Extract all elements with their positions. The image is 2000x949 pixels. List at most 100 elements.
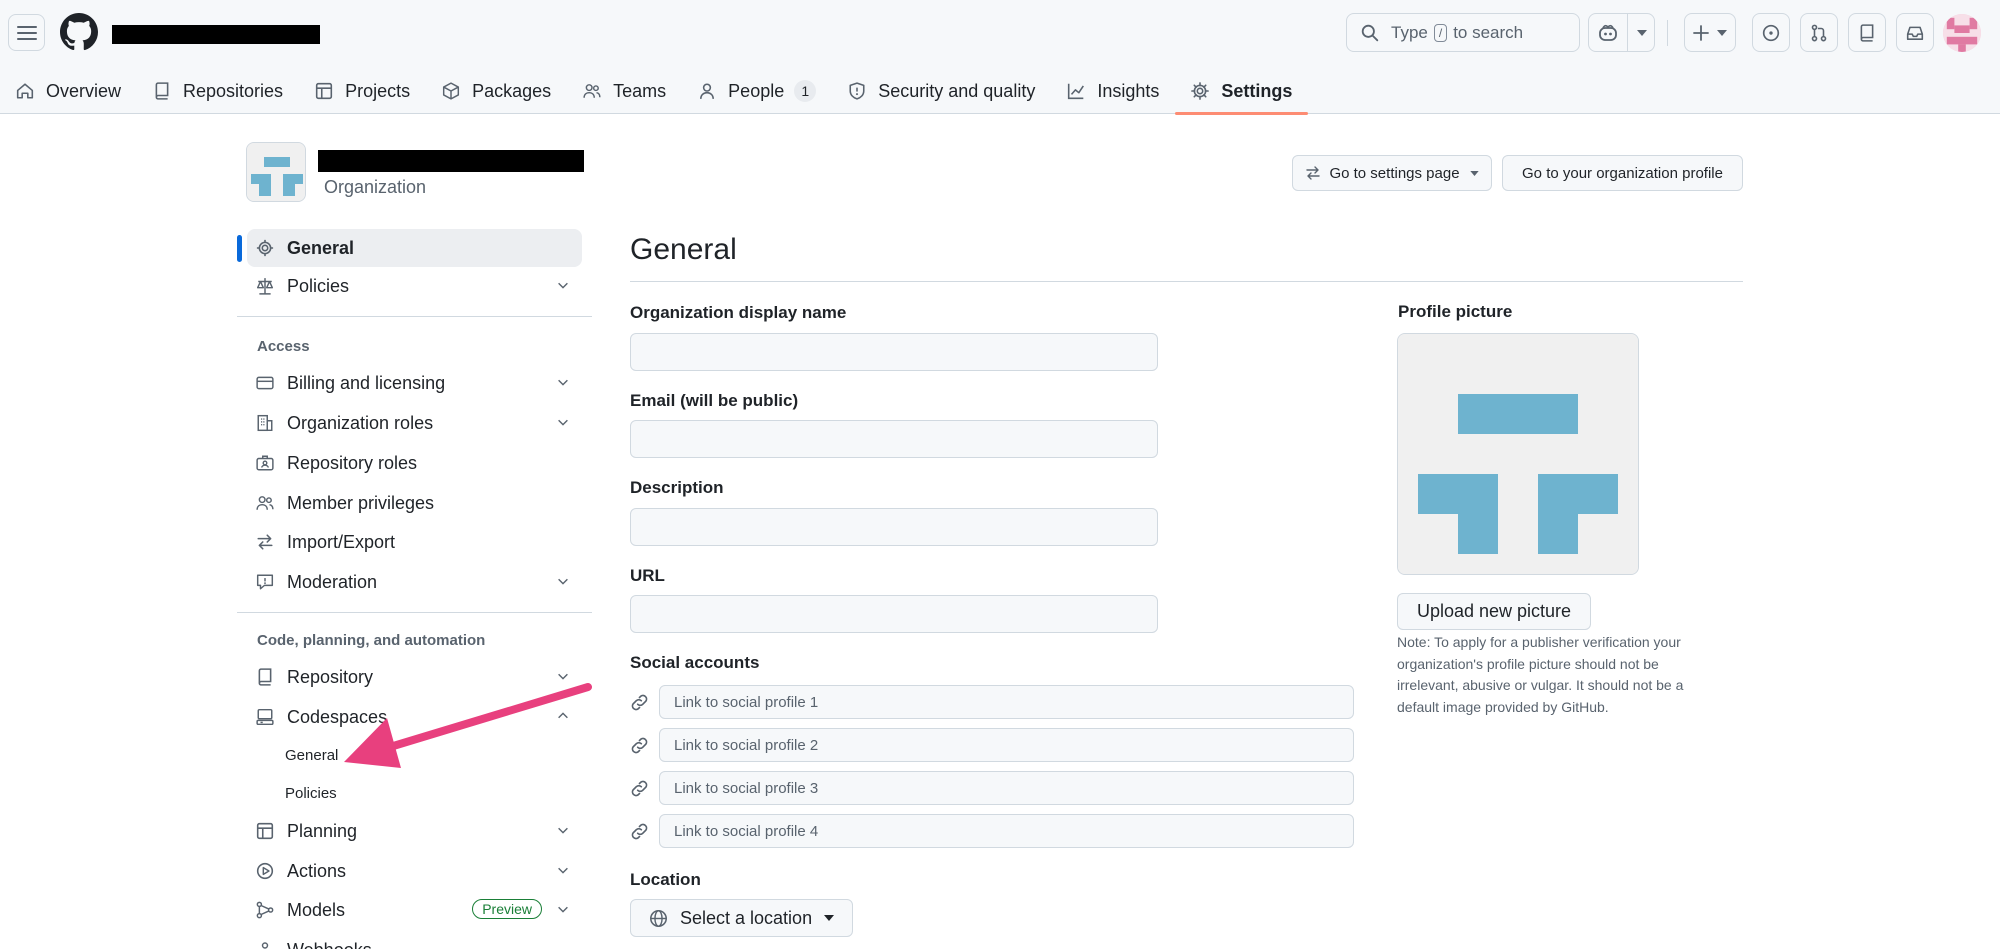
sidebar-item-general[interactable]: General <box>247 229 582 267</box>
link-icon <box>631 737 648 754</box>
sidebar-item-import-export[interactable]: Import/Export <box>247 523 582 561</box>
github-logo-icon[interactable] <box>60 13 98 51</box>
tab-label: Settings <box>1221 80 1293 101</box>
sidebar-item-label: Import/Export <box>287 531 396 552</box>
select-location-button[interactable]: Select a location <box>630 899 854 937</box>
table-icon <box>255 822 275 840</box>
email-input[interactable] <box>630 420 1158 458</box>
tab-settings[interactable]: Settings <box>1175 68 1309 115</box>
tab-label: Packages <box>472 80 552 101</box>
organization-icon <box>255 414 275 432</box>
codespaces-icon <box>255 708 275 726</box>
social-profile-input[interactable]: Link to social profile 4 <box>659 814 1354 848</box>
tab-teams[interactable]: Teams <box>567 68 682 114</box>
sidebar-item-repository[interactable]: Repository <box>247 658 582 696</box>
select-location-label: Select a location <box>680 907 813 928</box>
tab-projects[interactable]: Projects <box>299 68 426 114</box>
social-account-row: Link to social profile 1 <box>630 685 1354 719</box>
sidebar-item-label: Models <box>287 899 346 920</box>
social-profile-input[interactable]: Link to social profile 3 <box>659 771 1354 805</box>
ai-model-icon <box>255 901 275 919</box>
sidebar-heading-code-planning-automation: Code, planning, and automation <box>257 632 486 649</box>
search-input[interactable]: Type / to search <box>1346 13 1580 52</box>
report-icon <box>255 573 275 591</box>
shield-icon <box>848 82 866 100</box>
description-input[interactable] <box>630 508 1158 546</box>
title-divider <box>630 281 1743 282</box>
identicon-avatar-icon <box>1943 14 1981 52</box>
pull-requests-button[interactable] <box>1800 13 1838 52</box>
org-identicon-icon <box>247 143 305 201</box>
social-account-row: Link to social profile 2 <box>630 728 1354 762</box>
chevron-down-icon <box>558 578 568 585</box>
sidebar-item-organization-roles[interactable]: Organization roles <box>247 404 582 442</box>
search-suffix: to search <box>1453 22 1524 42</box>
chevron-down-icon <box>558 282 568 289</box>
sidebar-item-member-privileges[interactable]: Member privileges <box>247 484 582 522</box>
sidebar-subitem-codespaces-general[interactable]: General <box>285 747 338 764</box>
table-icon <box>315 82 333 100</box>
globe-icon <box>650 909 667 927</box>
chevron-down-icon <box>558 673 568 680</box>
menu-button[interactable] <box>8 14 45 51</box>
sidebar-item-actions[interactable]: Actions <box>247 852 582 890</box>
plus-icon <box>1693 24 1709 41</box>
display-name-input[interactable] <box>630 333 1158 371</box>
sidebar-item-planning[interactable]: Planning <box>247 812 582 850</box>
profile-picture-label: Profile picture <box>1398 302 1513 321</box>
header-divider <box>1667 20 1668 46</box>
repositories-button[interactable] <box>1848 13 1886 52</box>
org-type-label: Organization <box>324 177 427 197</box>
inbox-button[interactable] <box>1896 13 1934 52</box>
sidebar-subitem-codespaces-policies[interactable]: Policies <box>285 785 337 802</box>
tab-overview[interactable]: Overview <box>0 68 137 114</box>
tab-people[interactable]: People 1 <box>682 68 832 114</box>
social-account-row: Link to social profile 3 <box>630 771 1354 805</box>
chevron-down-icon <box>1717 29 1727 36</box>
tab-label: Repositories <box>183 80 284 101</box>
git-pull-request-icon <box>1811 24 1827 41</box>
sidebar-divider <box>237 316 592 317</box>
sidebar-item-webhooks[interactable]: Webhooks <box>247 931 582 949</box>
issue-opened-icon <box>1762 24 1780 41</box>
sidebar-item-policies[interactable]: Policies <box>247 267 582 305</box>
chevron-down-icon <box>1637 29 1647 36</box>
sidebar-item-label: Organization roles <box>287 412 434 433</box>
tab-insights[interactable]: Insights <box>1051 68 1175 114</box>
global-header: Type / to search Overview Repositories P… <box>0 0 2000 115</box>
package-icon <box>442 82 460 100</box>
tab-label: Overview <box>46 80 122 101</box>
sidebar-item-label: Billing and licensing <box>287 372 446 393</box>
go-to-settings-page-button[interactable]: Go to settings page <box>1292 155 1492 191</box>
user-avatar[interactable] <box>1943 14 1981 52</box>
social-profile-input[interactable]: Link to social profile 1 <box>659 685 1354 719</box>
person-icon <box>698 82 716 100</box>
sidebar-item-models[interactable]: Models Preview <box>247 891 582 929</box>
sidebar-item-label: Member privileges <box>287 492 435 513</box>
create-new-button[interactable] <box>1684 13 1736 52</box>
sidebar-item-codespaces[interactable]: Codespaces <box>247 698 582 736</box>
sidebar-item-repository-roles[interactable]: Repository roles <box>247 444 582 482</box>
page-title: General <box>630 233 737 266</box>
sidebar-item-billing[interactable]: Billing and licensing <box>247 364 582 402</box>
link-icon <box>631 694 648 711</box>
arrow-switch-icon <box>1306 166 1321 180</box>
tab-security-and-quality[interactable]: Security and quality <box>832 68 1051 114</box>
sidebar-item-label: Policies <box>287 275 350 296</box>
sidebar-item-label: Repository roles <box>287 452 418 473</box>
upload-new-picture-button[interactable]: Upload new picture <box>1397 593 1591 630</box>
url-input[interactable] <box>630 595 1158 633</box>
location-label: Location <box>630 870 701 889</box>
org-tabs: Overview Repositories Projects Packages … <box>0 68 1309 115</box>
chevron-down-icon <box>558 419 568 426</box>
sidebar-item-moderation[interactable]: Moderation <box>247 563 582 601</box>
tab-repositories[interactable]: Repositories <box>137 68 299 114</box>
copilot-icon <box>1599 24 1617 41</box>
active-indicator <box>237 235 242 262</box>
copilot-button[interactable] <box>1588 13 1655 52</box>
go-to-org-profile-button[interactable]: Go to your organization profile <box>1502 155 1743 191</box>
law-icon <box>255 277 275 295</box>
issues-button[interactable] <box>1752 13 1790 52</box>
social-profile-input[interactable]: Link to social profile 2 <box>659 728 1354 762</box>
tab-packages[interactable]: Packages <box>426 68 567 114</box>
